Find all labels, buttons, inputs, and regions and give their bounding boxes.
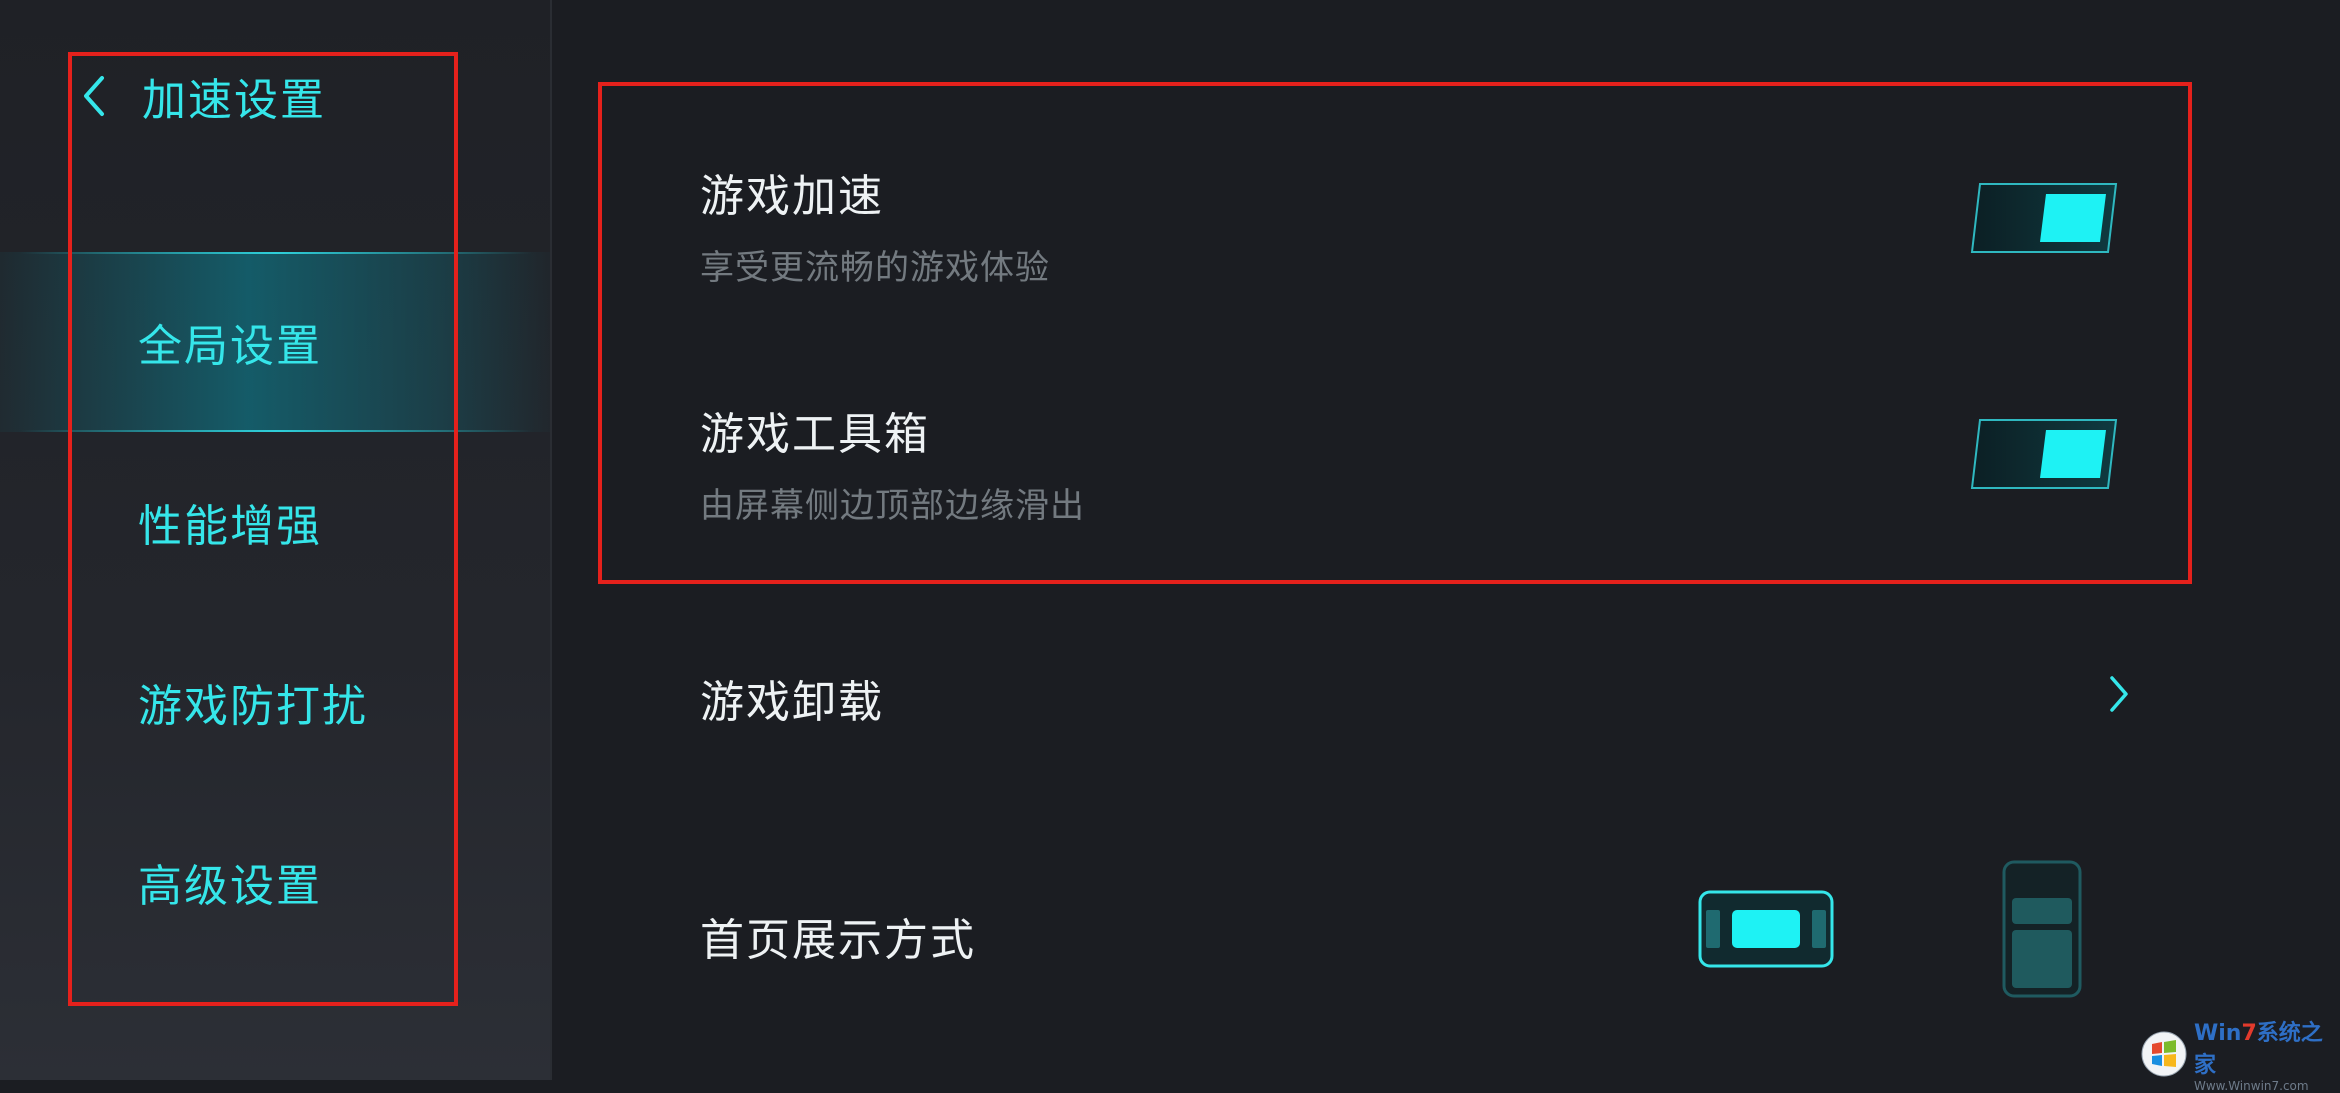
watermark-brand-prefix: Win — [2194, 1021, 2242, 1046]
windows-logo-icon — [2140, 1030, 2188, 1078]
chevron-right-icon[interactable] — [2104, 670, 2134, 718]
game-toolbox-title: 游戏工具箱 — [700, 409, 930, 460]
watermark: Win7系统之家 Www.Winwin7.com — [2140, 1021, 2340, 1093]
game-uninstall-row[interactable]: 游戏卸载 — [700, 666, 884, 730]
watermark-brand-number: 7 — [2241, 1021, 2257, 1046]
portrait-mode-option[interactable] — [2002, 860, 2082, 998]
sidebar-highlight-box — [68, 52, 458, 1006]
game-toolbox-row: 游戏工具箱 由屏幕侧边顶部边缘滑出 — [700, 398, 1085, 527]
game-acceleration-row: 游戏加速 享受更流畅的游戏体验 — [700, 160, 1050, 289]
home-display-mode-title: 首页展示方式 — [700, 915, 976, 966]
home-display-mode-row: 首页展示方式 — [700, 904, 976, 968]
game-acceleration-title: 游戏加速 — [700, 171, 884, 222]
game-acceleration-toggle[interactable] — [1970, 182, 2118, 254]
game-toolbox-toggle[interactable] — [1970, 418, 2118, 490]
game-toolbox-subtitle: 由屏幕侧边顶部边缘滑出 — [700, 486, 1085, 526]
landscape-mode-option[interactable] — [1698, 890, 1834, 968]
game-uninstall-title: 游戏卸载 — [700, 677, 884, 728]
watermark-url: Www.Winwin7.com — [2194, 1079, 2309, 1093]
sidebar-divider — [550, 0, 552, 1080]
game-acceleration-subtitle: 享受更流畅的游戏体验 — [700, 248, 1050, 288]
